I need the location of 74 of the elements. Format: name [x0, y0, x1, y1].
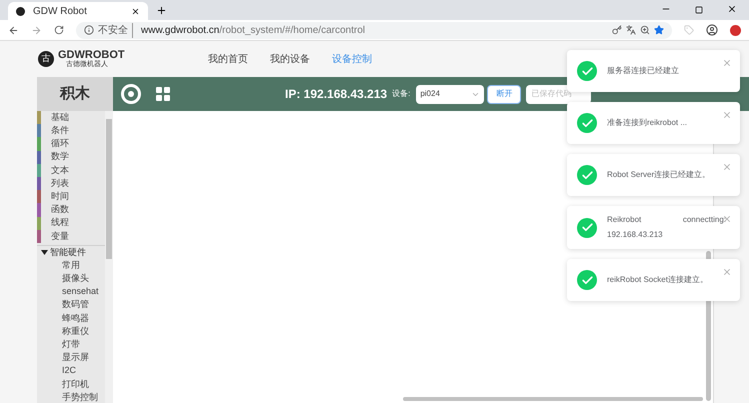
- reload-icon[interactable]: [54, 25, 64, 35]
- url-text: www.gdwrobot.cn/robot_system/#/home/carcontrol: [141, 24, 365, 38]
- tree-item[interactable]: 打印机: [62, 378, 105, 391]
- category-label: 列表: [51, 176, 69, 190]
- tree-item[interactable]: 摄像头: [62, 272, 105, 286]
- tree-item[interactable]: sensehat: [62, 285, 105, 298]
- nav-link[interactable]: 我的首页: [208, 52, 248, 66]
- device-select[interactable]: pi024: [416, 84, 484, 104]
- key-icon[interactable]: [612, 25, 622, 35]
- success-icon: [577, 270, 597, 290]
- tree-item[interactable]: 智能硬件: [41, 246, 105, 259]
- category-item[interactable]: 文本: [37, 164, 105, 177]
- success-icon: [577, 218, 597, 238]
- expanded-triangle-icon[interactable]: [41, 248, 48, 256]
- category-label: 时间: [51, 190, 69, 203]
- notification-text: 服务器连接已经建立: [607, 65, 679, 77]
- device-label: 设备:: [392, 88, 410, 100]
- category-item[interactable]: 变量: [37, 230, 105, 243]
- close-icon[interactable]: [131, 6, 140, 16]
- back-icon[interactable]: [8, 24, 19, 36]
- notification-status: connectting:: [682, 214, 726, 226]
- tree-item[interactable]: 称重仪: [62, 324, 105, 338]
- category-item[interactable]: 循环: [37, 137, 105, 151]
- category-label: 数学: [51, 150, 69, 164]
- extension-icon[interactable]: [730, 24, 741, 36]
- logo-mark: 古: [38, 51, 54, 67]
- tree-item[interactable]: 显示屏: [62, 351, 105, 364]
- category-item[interactable]: 列表: [37, 176, 105, 190]
- grid-icon[interactable]: [156, 87, 170, 101]
- tree-item[interactable]: I2C: [62, 364, 105, 378]
- category-item[interactable]: 条件: [37, 124, 105, 138]
- profile-icon[interactable]: [706, 24, 718, 36]
- camera-icon[interactable]: [121, 84, 141, 104]
- tree-item[interactable]: 手势控制: [62, 390, 105, 403]
- category-item[interactable]: 线程: [37, 216, 105, 230]
- notification-text: Robot Server连接已经建立。: [607, 169, 710, 181]
- success-icon: [577, 165, 597, 185]
- notification-text: 准备连接到reikrobot ...: [607, 117, 688, 129]
- category-label: 线程: [51, 216, 69, 230]
- security-label: 不安全: [98, 22, 133, 38]
- new-tab-icon[interactable]: [156, 5, 167, 16]
- panel-title: 积木: [37, 77, 113, 111]
- close-icon[interactable]: [727, 4, 737, 14]
- category-label: 函数: [51, 203, 69, 216]
- category-item[interactable]: 数学: [37, 150, 105, 164]
- logo-text: GDWROBOT: [58, 50, 125, 61]
- nav-link[interactable]: 我的设备: [270, 52, 310, 66]
- tree-item[interactable]: 灯带: [62, 338, 105, 352]
- zoom-icon[interactable]: [640, 25, 650, 35]
- tree-item[interactable]: 蜂鸣器: [62, 312, 105, 325]
- category-item[interactable]: 函数: [37, 203, 105, 216]
- translate-icon[interactable]: [626, 25, 636, 35]
- category-label: 条件: [51, 124, 69, 138]
- maximize-icon[interactable]: [695, 6, 703, 14]
- category-label: 文本: [51, 164, 69, 177]
- notification-text: reikRobot Socket连接建立。: [607, 274, 708, 286]
- ip-address: IP: 192.168.43.213: [285, 86, 388, 103]
- browser-tab[interactable]: GDW Robot: [8, 2, 148, 20]
- success-icon: [577, 61, 597, 81]
- category-item[interactable]: 时间: [37, 190, 105, 204]
- category-item[interactable]: 基础: [37, 111, 105, 124]
- tree-item[interactable]: 常用: [62, 258, 105, 272]
- favicon-icon: [16, 6, 25, 16]
- tree-label: 智能硬件: [50, 246, 86, 259]
- notification-detail: 192.168.43.213: [607, 229, 664, 241]
- category-label: 变量: [51, 230, 69, 243]
- tree-item[interactable]: 数码管: [62, 298, 105, 312]
- category-label: 循环: [51, 137, 69, 150]
- info-icon: [84, 25, 94, 35]
- bookmark-star-icon[interactable]: [654, 25, 664, 35]
- category-label: 基础: [51, 111, 69, 124]
- notification-text: Reikrobot: [607, 214, 642, 226]
- success-icon: [577, 113, 597, 133]
- address-bar[interactable]: 不安全 www.gdwrobot.cn/robot_system/#/home/carcontrol: [76, 22, 672, 38]
